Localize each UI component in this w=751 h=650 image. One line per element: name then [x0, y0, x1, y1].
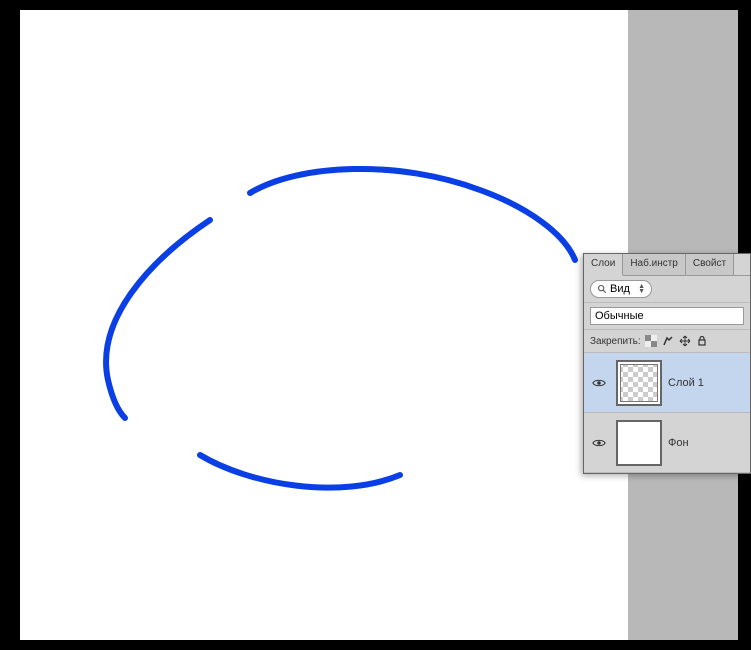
lock-row: Закрепить: [584, 330, 750, 353]
filter-type-dropdown[interactable]: Вид ▲▼ [590, 280, 652, 298]
tab-properties[interactable]: Свойст [686, 254, 734, 275]
canvas[interactable] [20, 10, 628, 640]
layer-name[interactable]: Фон [668, 437, 689, 449]
lock-transparency-icon[interactable] [644, 334, 658, 348]
drawing-content [20, 10, 648, 650]
visibility-toggle[interactable] [588, 438, 610, 448]
lock-label: Закрепить: [590, 336, 641, 347]
visibility-toggle[interactable] [588, 378, 610, 388]
layer-name[interactable]: Слой 1 [668, 377, 704, 389]
eye-icon [592, 378, 606, 388]
lock-pixels-icon[interactable] [661, 334, 675, 348]
layer-thumbnail[interactable] [616, 420, 662, 466]
layer-filter-row: Вид ▲▼ [584, 276, 750, 303]
layers-panel: Слои Наб.инстр Свойст Вид ▲▼ Обычные Зак… [583, 253, 751, 474]
tab-layers[interactable]: Слои [584, 254, 623, 276]
blend-mode-value: Обычные [595, 310, 644, 322]
eye-icon [592, 438, 606, 448]
blend-mode-row: Обычные [584, 303, 750, 330]
panel-tabs: Слои Наб.инстр Свойст [584, 254, 750, 276]
lock-position-icon[interactable] [678, 334, 692, 348]
layer-list: Слой 1 Фон [584, 353, 750, 473]
layer-item[interactable]: Фон [584, 413, 750, 473]
stepper-arrows-icon: ▲▼ [638, 284, 645, 294]
search-icon [597, 284, 607, 294]
tab-toolpresets[interactable]: Наб.инстр [623, 254, 686, 275]
blend-mode-dropdown[interactable]: Обычные [590, 307, 744, 325]
layer-thumbnail[interactable] [616, 360, 662, 406]
layer-item[interactable]: Слой 1 [584, 353, 750, 413]
filter-label: Вид [610, 283, 630, 295]
lock-all-icon[interactable] [695, 334, 709, 348]
